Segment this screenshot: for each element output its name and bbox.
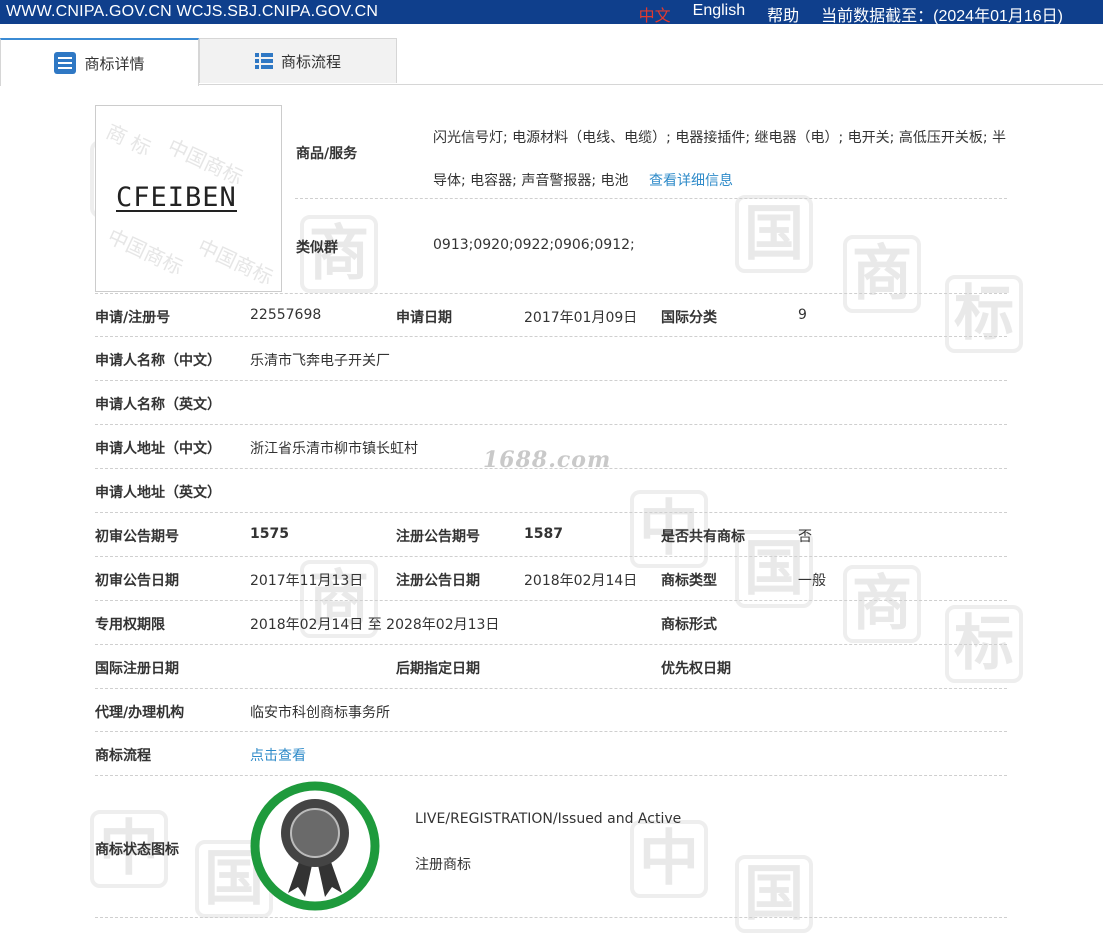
- tab-detail-label: 商标详情: [84, 54, 145, 73]
- prelim-no-value: 1575: [250, 526, 289, 542]
- divider: [95, 512, 1007, 513]
- reg-pub-date-label: 注册公告日期: [396, 573, 480, 589]
- mark-type-value: 一般: [798, 573, 826, 589]
- divider: [95, 380, 1007, 381]
- app-date-label: 申请日期: [396, 310, 452, 326]
- intl-class-label: 国际分类: [661, 310, 717, 326]
- divider: [95, 917, 1007, 918]
- tab-trademark-detail[interactable]: 商标详情: [0, 38, 199, 86]
- address-cn-value: 浙江省乐清市柳市镇长虹村: [250, 441, 418, 457]
- prelim-date-label: 初审公告日期: [95, 573, 179, 589]
- later-date-label: 后期指定日期: [396, 661, 480, 677]
- shared-value: 否: [798, 529, 812, 545]
- watermark-glyph: 标: [945, 275, 1023, 353]
- divider: [95, 731, 1007, 732]
- site-watermark: 1688.com: [483, 447, 612, 473]
- tab-trademark-flow[interactable]: 商标流程: [199, 38, 397, 83]
- divider: [95, 688, 1007, 689]
- app-date-value: 2017年01月09日: [524, 310, 638, 326]
- site-urls: WWW.CNIPA.GOV.CN WCJS.SBJ.CNIPA.GOV.CN: [6, 3, 379, 20]
- tab-bar: 商标详情 商标流程: [0, 38, 1103, 86]
- goods-services-list: 闪光信号灯; 电源材料（电线、电缆）; 电器接插件; 继电器（电）; 电开关; …: [433, 117, 1013, 203]
- divider: [95, 775, 1007, 776]
- mark-form-label: 商标形式: [661, 617, 717, 633]
- exclusive-label: 专用权期限: [95, 617, 165, 633]
- registered-seal-icon: [250, 781, 380, 911]
- address-cn-label: 申请人地址（中文）: [95, 441, 221, 457]
- divider: [295, 198, 1007, 199]
- watermark-glyph: 中: [630, 820, 708, 898]
- status-en-value: LIVE/REGISTRATION/Issued and Active: [415, 811, 682, 827]
- exclusive-value: 2018年02月14日 至 2028年02月13日: [250, 617, 500, 633]
- data-date: 当前数据截至：(2024年01月16日): [821, 8, 1063, 25]
- intl-reg-date-label: 国际注册日期: [95, 661, 179, 677]
- watermark-glyph: 商: [843, 235, 921, 313]
- applicant-cn-value: 乐清市飞奔电子开关厂: [250, 353, 390, 369]
- agent-value: 临安市科创商标事务所: [250, 705, 390, 721]
- tab-flow-label: 商标流程: [280, 52, 341, 71]
- logo-watermark: 中国商标: [194, 234, 277, 290]
- watermark-glyph: 国: [735, 855, 813, 933]
- view-flow-link[interactable]: 点击查看: [250, 745, 306, 765]
- trademark-logo-text: CFEIBEN: [116, 182, 237, 213]
- document-icon: [54, 52, 77, 74]
- priority-date-label: 优先权日期: [661, 661, 731, 677]
- lang-zh-link[interactable]: 中文: [639, 2, 671, 26]
- trademark-image: 商 标 中国商标 中国商标 中国商标 CFEIBEN: [95, 105, 282, 292]
- reg-no-value: 22557698: [250, 307, 322, 323]
- watermark-glyph: 商: [843, 565, 921, 643]
- prelim-no-label: 初审公告期号: [95, 529, 179, 545]
- similar-group-label: 类似群: [296, 240, 338, 256]
- divider: [95, 468, 1007, 469]
- applicant-en-label: 申请人名称（英文）: [95, 397, 221, 413]
- lang-en-link[interactable]: English: [693, 2, 745, 26]
- divider: [95, 293, 1007, 294]
- status-cn-value: 注册商标: [415, 857, 471, 873]
- shared-label: 是否共有商标: [661, 529, 745, 545]
- applicant-cn-label: 申请人名称（中文）: [95, 353, 221, 369]
- list-icon: [254, 53, 273, 69]
- flow-label: 商标流程: [95, 748, 151, 764]
- logo-watermark: 中国商标: [104, 224, 187, 280]
- intl-class-value: 9: [798, 307, 807, 323]
- divider: [95, 336, 1007, 337]
- address-en-label: 申请人地址（英文）: [95, 485, 221, 501]
- divider: [95, 556, 1007, 557]
- goods-label: 商品/服务: [296, 146, 358, 162]
- help-link[interactable]: 帮助: [767, 2, 799, 26]
- similar-group-value: 0913;0920;0922;0906;0912;: [433, 237, 635, 253]
- reg-no-label: 申请/注册号: [95, 310, 171, 326]
- view-detail-link[interactable]: 查看详细信息: [649, 173, 733, 189]
- divider: [95, 424, 1007, 425]
- divider: [95, 644, 1007, 645]
- logo-watermark: 商 标: [102, 119, 155, 161]
- divider: [95, 600, 1007, 601]
- mark-type-label: 商标类型: [661, 573, 717, 589]
- top-bar: WWW.CNIPA.GOV.CN WCJS.SBJ.CNIPA.GOV.CN 中…: [0, 0, 1103, 26]
- prelim-date-value: 2017年11月13日: [250, 573, 364, 589]
- agent-label: 代理/办理机构: [95, 705, 185, 721]
- watermark-glyph: 国: [735, 195, 813, 273]
- reg-pub-no-value: 1587: [524, 526, 563, 542]
- reg-pub-date-value: 2018年02月14日: [524, 573, 638, 589]
- status-icon-label: 商标状态图标: [95, 842, 179, 858]
- reg-pub-no-label: 注册公告期号: [396, 529, 480, 545]
